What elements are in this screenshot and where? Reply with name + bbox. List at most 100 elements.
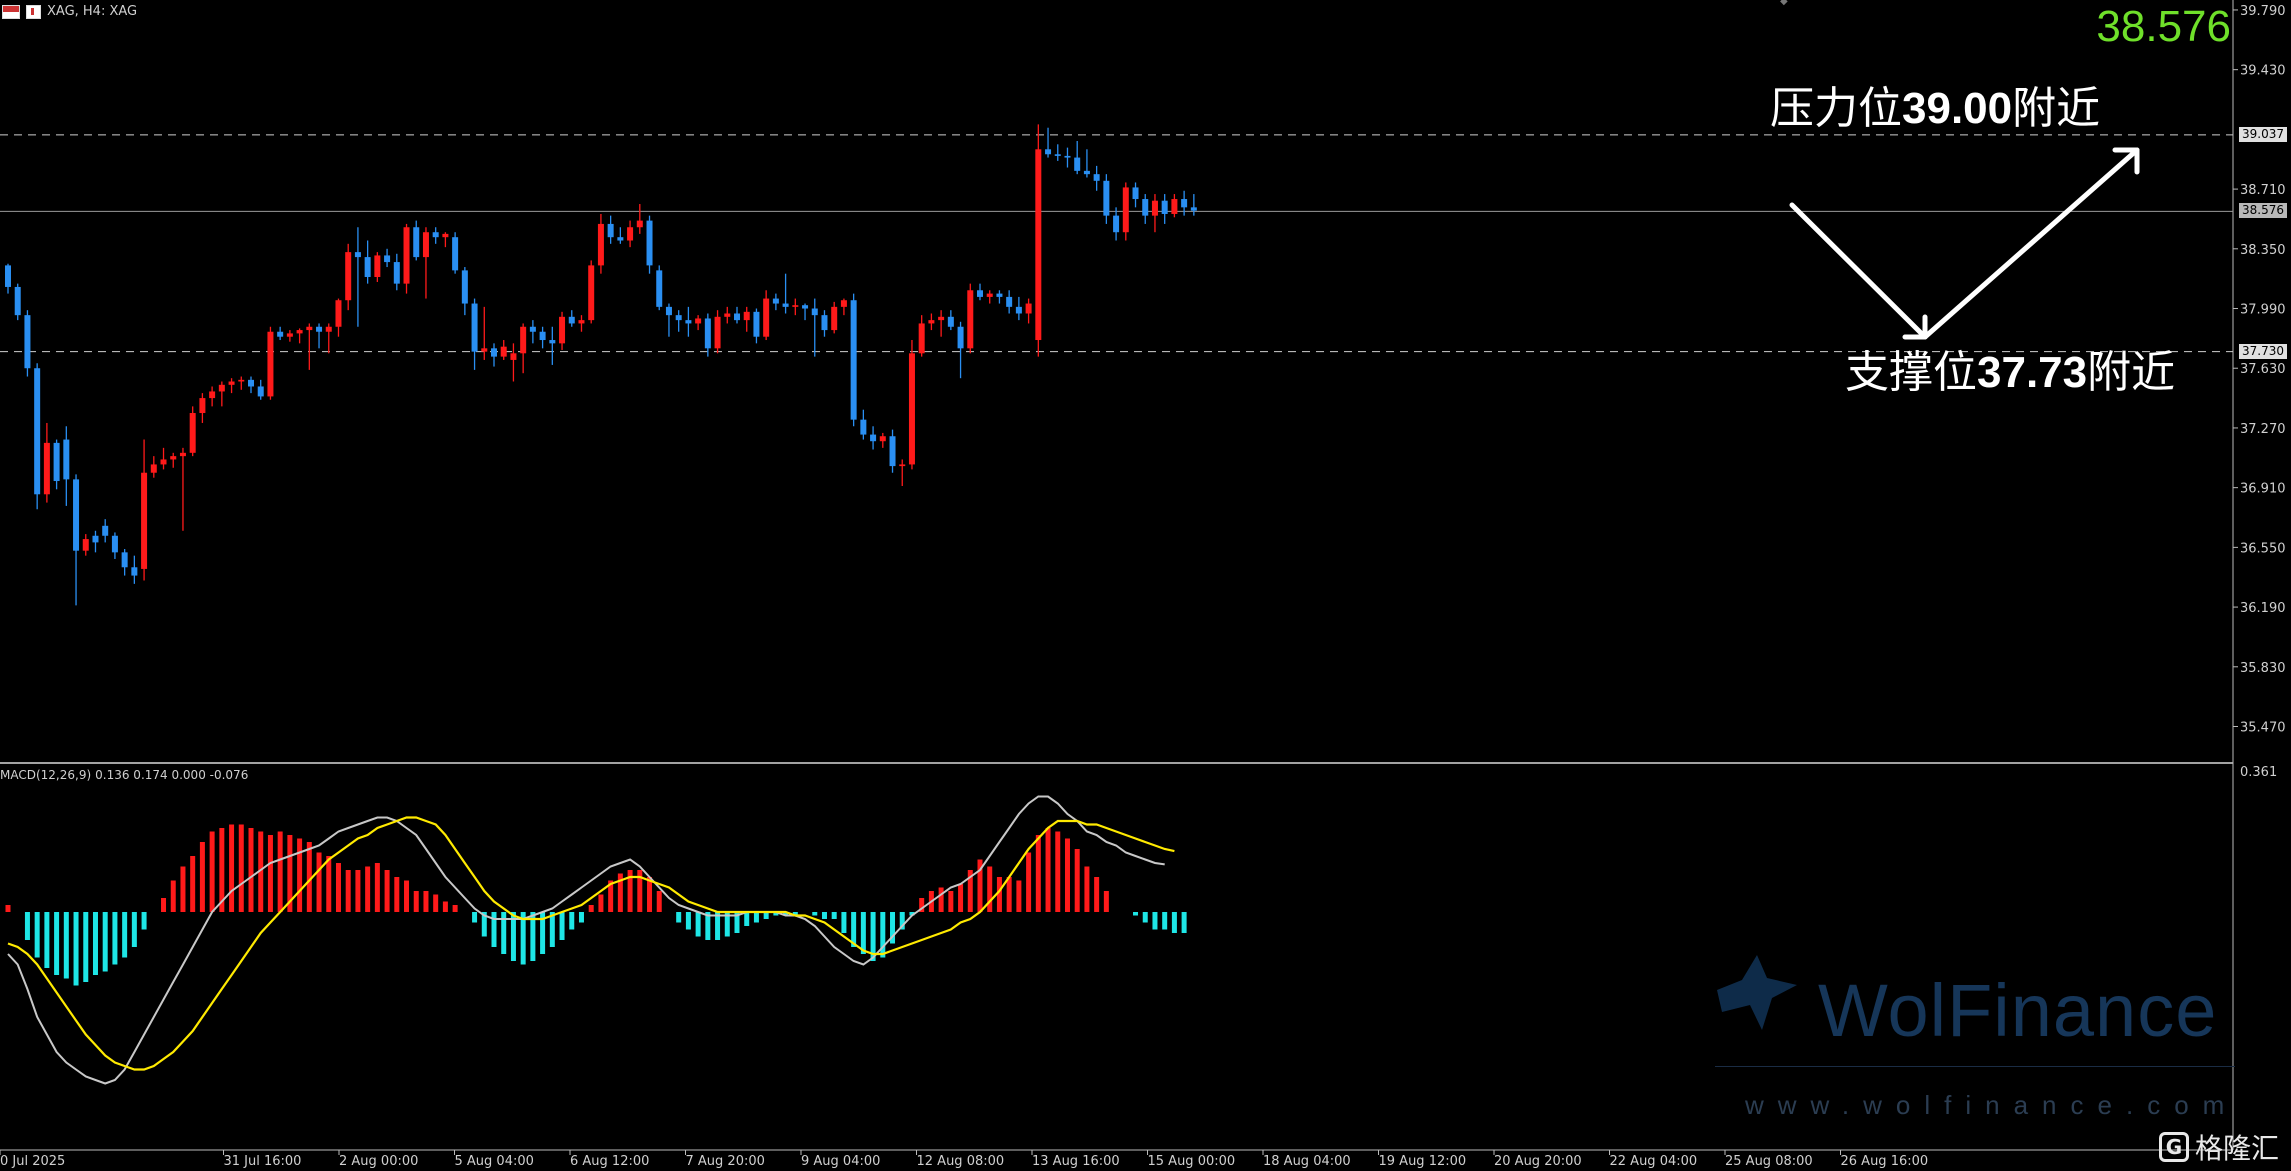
candle-body xyxy=(899,464,906,467)
candle xyxy=(899,459,906,486)
candle-body xyxy=(539,331,546,341)
candle xyxy=(1190,194,1197,216)
macd-histogram-bar xyxy=(24,912,30,940)
candle xyxy=(996,290,1003,304)
macd-histogram-bar xyxy=(404,880,410,912)
candle-body xyxy=(753,311,760,337)
candle xyxy=(714,310,721,354)
time-tick-label: 25 Aug 08:00 xyxy=(1725,1154,1813,1169)
candle-body xyxy=(889,436,896,467)
candle-body xyxy=(743,311,750,321)
candle-body xyxy=(267,331,274,397)
candle-body xyxy=(1171,199,1178,214)
time-tick-label: 9 Aug 04:00 xyxy=(801,1154,880,1169)
candle xyxy=(850,293,857,427)
candle-body xyxy=(1015,306,1022,314)
macd-axis-top: 0.361 xyxy=(2240,765,2278,780)
candle-body xyxy=(870,434,877,442)
candle-body xyxy=(734,313,740,321)
candle xyxy=(296,328,303,344)
candle xyxy=(384,248,391,268)
candle xyxy=(568,310,575,327)
flag-icon[interactable] xyxy=(2,4,20,19)
candle xyxy=(549,326,556,365)
candle xyxy=(170,452,177,468)
watermark-divider xyxy=(1715,1066,2235,1067)
candle-body xyxy=(209,391,216,399)
macd-histogram-bar xyxy=(63,912,69,979)
chart-header: XAG, H4: XAG xyxy=(2,4,137,19)
macd-histogram-bar xyxy=(1171,912,1177,933)
candle xyxy=(73,474,80,606)
macd-histogram-bar xyxy=(831,912,837,919)
candle xyxy=(1103,174,1110,224)
macd-histogram-bar xyxy=(112,912,118,965)
candle-body xyxy=(1074,157,1081,171)
macd-histogram-bar xyxy=(433,894,439,912)
candle xyxy=(43,422,50,503)
macd-histogram-bar xyxy=(1055,831,1061,912)
candle xyxy=(1054,144,1061,161)
candle xyxy=(1064,147,1071,168)
macd-histogram-bar xyxy=(365,866,371,912)
candle xyxy=(432,227,439,244)
candle xyxy=(627,220,634,248)
candle xyxy=(889,429,896,473)
macd-histogram-bar xyxy=(5,905,11,912)
macd-histogram-bar xyxy=(880,912,886,958)
candle-body xyxy=(607,223,614,238)
candle xyxy=(1083,149,1090,178)
candle xyxy=(1122,182,1129,241)
chart-type-icon[interactable] xyxy=(26,4,41,19)
up-arrow-line xyxy=(1922,147,2140,340)
candle-body xyxy=(957,326,964,349)
time-tick-label: 0 Jul 2025 xyxy=(0,1154,65,1169)
candle-body xyxy=(296,330,303,334)
price-tick-label: 36.550 xyxy=(2240,541,2286,556)
candle xyxy=(529,320,536,344)
macd-histogram-bar xyxy=(34,912,40,958)
macd-histogram-bar xyxy=(1084,866,1090,912)
price-level-tag: 37.730 xyxy=(2239,343,2287,359)
candle-body xyxy=(53,442,60,482)
candle-body xyxy=(82,539,89,551)
macd-histogram-bar xyxy=(413,891,419,912)
macd-histogram-bar xyxy=(472,912,478,923)
macd-histogram-bar xyxy=(248,828,254,912)
down-arrow-line xyxy=(1789,202,1928,340)
candle xyxy=(218,381,225,407)
macd-histogram-bar xyxy=(122,912,128,958)
candle-body xyxy=(597,223,604,266)
macd-histogram-bar xyxy=(394,877,400,912)
candle-body xyxy=(588,265,595,321)
candle xyxy=(753,308,760,344)
candle xyxy=(92,530,99,553)
price-tick-label: 39.430 xyxy=(2240,64,2286,79)
time-tick-label: 5 Aug 04:00 xyxy=(455,1154,534,1169)
brand-name: 格隆汇 xyxy=(2194,1132,2279,1165)
candle xyxy=(316,323,323,349)
macd-histogram-bar xyxy=(267,835,273,912)
candle xyxy=(442,232,449,248)
macd-histogram-bar xyxy=(209,831,215,912)
candle xyxy=(704,313,711,357)
candle xyxy=(374,252,381,282)
candle-body xyxy=(1083,170,1090,175)
candle-body xyxy=(646,220,653,266)
candle xyxy=(617,227,624,244)
candle xyxy=(1113,207,1120,241)
candle xyxy=(675,310,682,332)
candle xyxy=(772,293,779,311)
macd-histogram-bar xyxy=(355,870,361,912)
candle-body xyxy=(1142,199,1149,216)
candle xyxy=(1093,165,1100,191)
candle xyxy=(500,340,507,360)
candle xyxy=(1074,140,1081,175)
candle-body xyxy=(967,290,974,349)
candle-body xyxy=(1064,155,1071,158)
macd-histogram-bar xyxy=(598,894,604,912)
candle-body xyxy=(568,316,575,324)
candle-body xyxy=(442,233,449,238)
macd-histogram-bar xyxy=(199,842,205,912)
candle-body xyxy=(63,439,70,480)
